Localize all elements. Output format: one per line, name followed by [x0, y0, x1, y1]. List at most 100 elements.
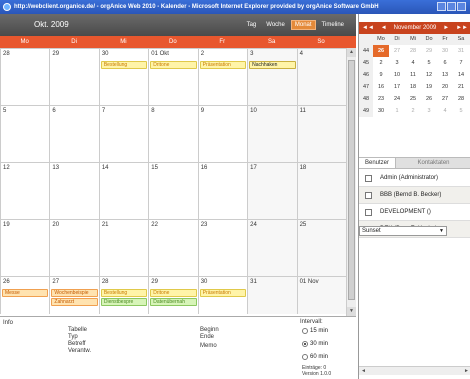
- day-cell[interactable]: 2: [199, 49, 249, 105]
- scroll-right-icon[interactable]: ►: [464, 367, 469, 376]
- day-cell[interactable]: 01 Okt: [149, 49, 199, 105]
- mini-day[interactable]: 23: [373, 93, 389, 105]
- minimize-icon[interactable]: [437, 2, 446, 11]
- mini-day[interactable]: 21: [453, 81, 469, 93]
- mini-day[interactable]: 11: [405, 69, 421, 81]
- tab-monat[interactable]: Monat: [290, 20, 316, 30]
- calendar-event[interactable]: Wochenbeispie: [51, 289, 98, 297]
- mini-day[interactable]: 7: [453, 57, 469, 69]
- mini-day[interactable]: 17: [389, 81, 405, 93]
- day-cell[interactable]: 22: [149, 220, 199, 276]
- calendar-event[interactable]: Zahnarzt: [51, 298, 98, 306]
- mini-day[interactable]: 24: [389, 93, 405, 105]
- user-row[interactable]: Admin (Administrator): [359, 170, 470, 187]
- scroll-left-icon[interactable]: ◄: [361, 367, 366, 376]
- mini-day[interactable]: 5: [453, 105, 469, 117]
- calendar-event[interactable]: Präsentation: [199, 61, 247, 69]
- calendar-event[interactable]: Dritone: [150, 289, 197, 297]
- day-cell[interactable]: 31: [248, 277, 298, 314]
- interval-30-radio[interactable]: 30 min: [302, 341, 328, 347]
- maximize-icon[interactable]: [447, 2, 456, 11]
- day-cell[interactable]: 13: [50, 163, 100, 219]
- mini-day[interactable]: 19: [421, 81, 437, 93]
- mini-day[interactable]: 28: [453, 93, 469, 105]
- day-cell[interactable]: 24: [248, 220, 298, 276]
- day-cell[interactable]: 5: [1, 106, 51, 162]
- user-checkbox[interactable]: [365, 174, 372, 182]
- tab-benutzer[interactable]: Benutzer: [359, 158, 397, 168]
- calendar-event[interactable]: Nachhaken: [249, 61, 296, 69]
- calendar-event[interactable]: Messe: [2, 289, 49, 297]
- mini-day[interactable]: 6: [437, 57, 453, 69]
- scroll-down-icon[interactable]: ▼: [347, 307, 356, 316]
- day-cell[interactable]: 11: [297, 106, 347, 162]
- mini-day[interactable]: 2: [373, 57, 389, 69]
- mini-day[interactable]: 30: [437, 45, 453, 57]
- mini-day[interactable]: 25: [405, 93, 421, 105]
- calendar-event[interactable]: Dritone: [150, 61, 197, 69]
- mini-day[interactable]: 4: [405, 57, 421, 69]
- day-cell[interactable]: 17: [248, 163, 298, 219]
- mini-day[interactable]: 5: [421, 57, 437, 69]
- mini-day[interactable]: 31: [453, 45, 469, 57]
- day-cell[interactable]: 28: [1, 49, 51, 105]
- day-cell[interactable]: 01 Nov: [297, 277, 347, 314]
- mini-day[interactable]: 2: [405, 105, 421, 117]
- calendar-event[interactable]: Präsentation: [199, 289, 247, 297]
- tab-woche[interactable]: Woche: [262, 20, 289, 30]
- day-cell[interactable]: 14: [100, 163, 150, 219]
- side-panel-scrollbar[interactable]: ◄ ►: [359, 366, 470, 375]
- calendar-event[interactable]: Datenübernah: [150, 298, 197, 306]
- user-checkbox[interactable]: [365, 191, 372, 199]
- day-cell[interactable]: 25: [297, 220, 347, 276]
- day-cell[interactable]: 23: [199, 220, 249, 276]
- day-cell[interactable]: 19: [1, 220, 51, 276]
- mini-day[interactable]: 18: [405, 81, 421, 93]
- tab-kontaktaten[interactable]: Kontaktaten: [396, 158, 470, 168]
- next-year-icon[interactable]: ►►: [456, 25, 468, 31]
- tab-tag[interactable]: Tag: [243, 20, 261, 30]
- prev-month-icon[interactable]: ◄: [381, 25, 387, 31]
- calendar-event[interactable]: Dienstbespre: [100, 298, 148, 306]
- close-icon[interactable]: [457, 2, 466, 11]
- day-cell[interactable]: 4: [297, 49, 347, 105]
- mini-day[interactable]: 10: [389, 69, 405, 81]
- day-cell[interactable]: 6: [50, 106, 100, 162]
- day-cell[interactable]: 12: [1, 163, 51, 219]
- calendar-event[interactable]: Bestellung: [100, 289, 148, 297]
- mini-day[interactable]: 4: [437, 105, 453, 117]
- day-cell[interactable]: 18: [297, 163, 347, 219]
- day-cell[interactable]: 30: [100, 49, 150, 105]
- grid-scrollbar[interactable]: ▲ ▼: [346, 48, 356, 316]
- day-cell[interactable]: 7: [100, 106, 150, 162]
- day-cell[interactable]: 21: [100, 220, 150, 276]
- mini-day[interactable]: 12: [421, 69, 437, 81]
- theme-select[interactable]: Sunset ▼: [359, 226, 447, 236]
- day-cell[interactable]: 15: [149, 163, 199, 219]
- mini-day[interactable]: 13: [437, 69, 453, 81]
- interval-15-radio[interactable]: 15 min: [302, 328, 328, 334]
- mini-day[interactable]: 26: [421, 93, 437, 105]
- mini-day[interactable]: 3: [421, 105, 437, 117]
- user-row[interactable]: BBB (Bernd B. Becker): [359, 187, 470, 204]
- mini-day[interactable]: 30: [373, 105, 389, 117]
- mini-day[interactable]: 16: [373, 81, 389, 93]
- interval-60-radio[interactable]: 60 min: [302, 354, 328, 360]
- tab-timeline[interactable]: Timeline: [318, 20, 348, 30]
- day-cell[interactable]: 10: [248, 106, 298, 162]
- next-month-icon[interactable]: ►: [443, 25, 449, 31]
- mini-day[interactable]: 26: [373, 45, 389, 57]
- day-cell[interactable]: 29: [50, 49, 100, 105]
- day-cell[interactable]: 16: [199, 163, 249, 219]
- mini-day[interactable]: 9: [373, 69, 389, 81]
- mini-day[interactable]: 3: [389, 57, 405, 69]
- mini-day[interactable]: 14: [453, 69, 469, 81]
- day-cell[interactable]: 3: [248, 49, 298, 105]
- scrollbar-thumb[interactable]: [348, 60, 355, 300]
- calendar-event[interactable]: Bestellung: [100, 61, 148, 69]
- mini-day[interactable]: 27: [437, 93, 453, 105]
- scroll-up-icon[interactable]: ▲: [347, 48, 356, 57]
- day-cell[interactable]: 8: [149, 106, 199, 162]
- prev-year-icon[interactable]: ◄◄: [362, 25, 374, 31]
- day-cell[interactable]: 9: [199, 106, 249, 162]
